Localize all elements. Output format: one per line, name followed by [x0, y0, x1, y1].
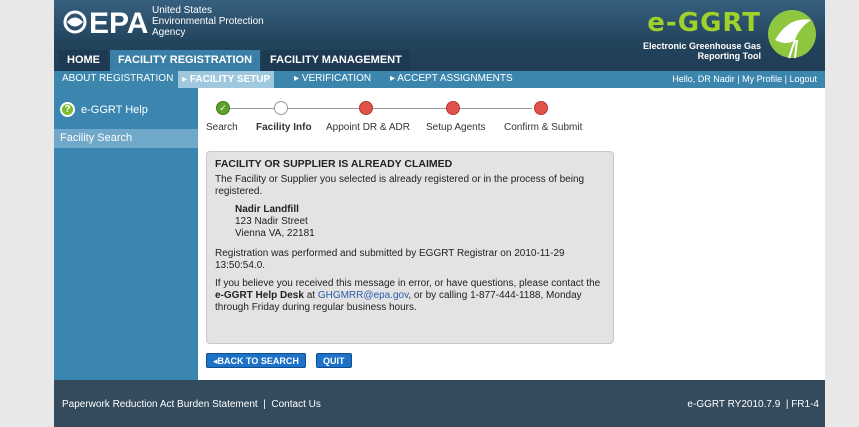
address-line2: Vienna VA, 22181	[235, 228, 315, 239]
subnav-facility-setup[interactable]: ▸ FACILITY SETUP	[178, 71, 275, 88]
hello-text: Hello, DR Nadir	[672, 74, 735, 84]
step-label-agents: Setup Agents	[426, 122, 486, 133]
back-to-search-button[interactable]: ◂BACK TO SEARCH	[206, 353, 306, 368]
step-facility-info-current-icon	[274, 101, 288, 115]
notice-title: FACILITY OR SUPPLIER IS ALREADY CLAIMED	[215, 158, 453, 170]
bird-logo-icon	[768, 10, 816, 59]
subnav-about-registration[interactable]: ABOUT REGISTRATION	[62, 73, 173, 84]
arrow-right-icon: ▸	[182, 74, 190, 85]
contact-info: If you believe you received this message…	[215, 278, 605, 314]
main-tabs: HOME FACILITY REGISTRATION FACILITY MANA…	[54, 50, 412, 71]
help-desk-name: e-GGRT Help Desk	[215, 290, 304, 301]
step-label-appoint: Appoint DR & ADR	[326, 122, 410, 133]
contact-pre: If you believe you received this message…	[215, 278, 601, 289]
question-icon: ?	[60, 102, 75, 117]
app-subtitle-line1: Electronic Greenhouse Gas	[642, 41, 761, 51]
subnav-verification-label: VERIFICATION	[301, 73, 372, 84]
address-line1: 123 Nadir Street	[235, 216, 308, 227]
app-subtitle-line2: Reporting Tool	[697, 51, 761, 61]
registration-info: Registration was performed and submitted…	[215, 248, 565, 271]
agency-line1: United States	[152, 5, 213, 16]
notice-intro: The Facility or Supplier you selected is…	[215, 174, 585, 197]
step-label-search: Search	[206, 122, 238, 133]
paperwork-link[interactable]: Paperwork Reduction Act Burden Statement	[62, 399, 258, 410]
step-label-facility-info: Facility Info	[256, 122, 312, 133]
steps-connector	[222, 108, 532, 109]
screen-id: FR1-4	[791, 399, 819, 410]
tab-facility-management[interactable]: FACILITY MANAGEMENT	[262, 50, 410, 71]
step-confirm-todo-icon	[534, 101, 548, 115]
sidebar: ? e-GGRT Help Facility Search	[54, 88, 198, 380]
facility-name: Nadir Landfill	[235, 204, 299, 215]
site-footer: Paperwork Reduction Act Burden Statement…	[54, 380, 825, 427]
subnav-verification[interactable]: ▸ VERIFICATION	[294, 73, 371, 84]
agency-line3: Agency	[152, 27, 186, 38]
progress-steps: ✓ Search Facility Info Appoint DR & ADR …	[206, 100, 586, 133]
help-label: e-GGRT Help	[81, 103, 148, 116]
footer-version: e-GGRT RY2010.7.9 | FR1-4	[687, 399, 819, 410]
tab-home[interactable]: HOME	[59, 50, 108, 71]
already-claimed-notice: FACILITY OR SUPPLIER IS ALREADY CLAIMED …	[206, 151, 614, 344]
help-link[interactable]: ? e-GGRT Help	[60, 102, 148, 117]
facility-address: Nadir Landfill 123 Nadir Street Vienna V…	[235, 204, 605, 240]
sidebar-item-facility-search[interactable]: Facility Search	[54, 129, 198, 148]
main-content: ✓ Search Facility Info Appoint DR & ADR …	[198, 88, 825, 380]
step-search-done-icon: ✓	[216, 101, 230, 115]
user-greeting: Hello, DR Nadir | My Profile | Logout	[672, 74, 817, 84]
agency-line2: Environmental Protection	[152, 16, 264, 27]
subnav-facility-setup-label: FACILITY SETUP	[189, 74, 271, 85]
contact-us-link[interactable]: Contact Us	[271, 399, 320, 410]
epa-logo: EPA	[63, 7, 148, 39]
step-appoint-todo-icon	[359, 101, 373, 115]
tab-facility-registration[interactable]: FACILITY REGISTRATION	[110, 50, 261, 71]
version-text: e-GGRT RY2010.7.9	[687, 399, 781, 410]
subnav-accept-assignments[interactable]: ▸ ACCEPT ASSIGNMENTS	[390, 73, 513, 84]
footer-links: Paperwork Reduction Act Burden Statement…	[62, 399, 321, 410]
my-profile-link[interactable]: My Profile	[742, 74, 782, 84]
agency-name: United States Environmental Protection A…	[152, 5, 264, 38]
contact-mid: at	[303, 290, 318, 301]
back-button-label: BACK TO SEARCH	[217, 356, 299, 366]
logout-link[interactable]: Logout	[789, 74, 817, 84]
email-link[interactable]: GHGMRR@epa.gov	[318, 290, 409, 301]
step-label-confirm: Confirm & Submit	[504, 122, 583, 133]
arrow-right-icon: ▸	[294, 73, 302, 84]
sub-navigation: ABOUT REGISTRATION ▸ FACILITY SETUP ▸ VE…	[54, 71, 825, 88]
app-title: e-GGRT	[647, 8, 761, 38]
svg-text:EPA: EPA	[89, 7, 148, 39]
subnav-accept-assignments-label: ACCEPT ASSIGNMENTS	[397, 73, 513, 84]
quit-button[interactable]: QUIT	[316, 353, 352, 368]
app-subtitle: Electronic Greenhouse Gas Reporting Tool	[643, 41, 761, 61]
step-agents-todo-icon	[446, 101, 460, 115]
